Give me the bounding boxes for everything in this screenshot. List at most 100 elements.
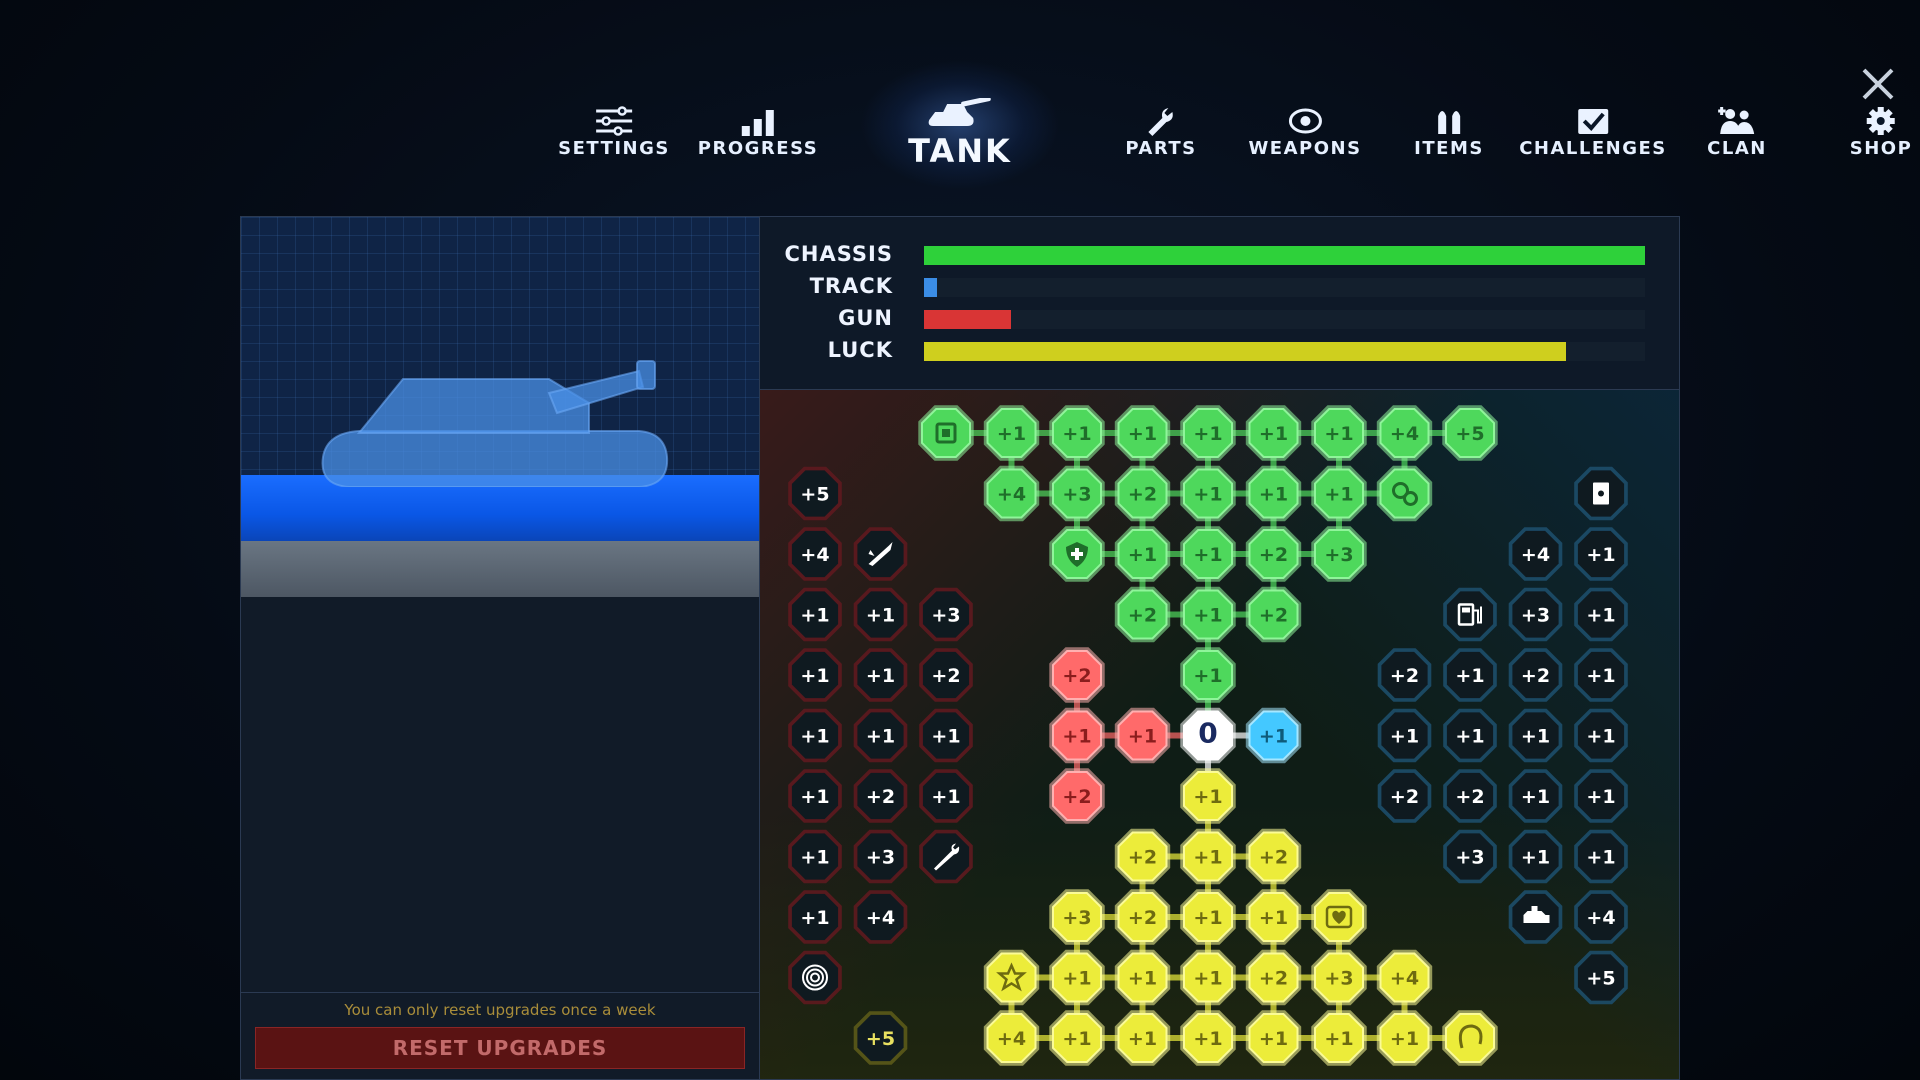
upgrade-node[interactable]: +1	[1443, 708, 1497, 763]
tab-shop[interactable]: SHOP	[1850, 102, 1913, 159]
upgrade-node[interactable]: +4	[983, 1010, 1040, 1066]
upgrade-node[interactable]: +1	[1180, 465, 1236, 522]
upgrade-node[interactable]: +5	[1574, 950, 1628, 1005]
upgrade-node[interactable]: +1	[1114, 949, 1171, 1006]
upgrade-node[interactable]: +1	[1311, 1010, 1367, 1066]
upgrade-node[interactable]: +1	[1574, 829, 1628, 884]
upgrade-node[interactable]: +1	[853, 587, 908, 642]
upgrade-node[interactable]: +2	[1245, 586, 1302, 643]
upgrade-node[interactable]: +2	[1114, 828, 1171, 885]
upgrade-node[interactable]: +1	[1574, 708, 1628, 763]
upgrade-node[interactable]	[983, 949, 1040, 1006]
tab-settings[interactable]: SETTINGS	[558, 102, 670, 159]
upgrade-node[interactable]: +1	[1574, 769, 1628, 823]
upgrade-node[interactable]: +1	[1508, 829, 1563, 884]
upgrade-node[interactable]: +1	[1311, 465, 1367, 522]
upgrade-node[interactable]: +1	[1376, 1010, 1433, 1066]
upgrade-node[interactable]: +1	[1180, 889, 1236, 945]
tab-progress[interactable]: PROGRESS	[698, 102, 818, 159]
upgrade-node[interactable]: +1	[788, 587, 842, 642]
tab-items[interactable]: ITEMS	[1414, 102, 1484, 159]
upgrade-node[interactable]	[1442, 1010, 1498, 1066]
upgrade-node[interactable]	[1049, 526, 1105, 582]
upgrade-node[interactable]	[788, 950, 842, 1005]
upgrade-node[interactable]: +1	[919, 708, 973, 763]
upgrade-node[interactable]	[1443, 587, 1497, 642]
upgrade-node[interactable]: +3	[1443, 829, 1497, 884]
upgrade-node[interactable]: +1	[1574, 587, 1628, 642]
upgrade-node[interactable]	[1508, 890, 1563, 944]
upgrade-node[interactable]: +4	[788, 527, 842, 581]
upgrade-node[interactable]	[919, 829, 973, 884]
upgrade-node[interactable]	[1574, 466, 1628, 521]
upgrade-node[interactable]: +4	[1376, 405, 1433, 461]
upgrade-node[interactable]: +2	[1114, 465, 1171, 522]
upgrade-node[interactable]: +2	[1049, 647, 1105, 703]
upgrade-node[interactable]: +1	[1574, 527, 1628, 581]
upgrade-node[interactable]: +1	[1180, 526, 1236, 582]
upgrade-node[interactable]: +1	[1114, 707, 1171, 764]
upgrade-node[interactable]: +3	[1508, 587, 1563, 642]
upgrade-node[interactable]: +1	[1180, 1010, 1236, 1066]
upgrade-node[interactable]: +1	[1180, 768, 1236, 824]
upgrade-node[interactable]: +1	[1508, 769, 1563, 823]
upgrade-node[interactable]: +1	[1114, 1010, 1171, 1066]
upgrade-node[interactable]: +4	[1574, 890, 1628, 944]
upgrade-node[interactable]: +1	[1180, 586, 1236, 643]
upgrade-node[interactable]	[853, 527, 908, 581]
upgrade-node[interactable]: +1	[919, 769, 973, 823]
upgrade-node[interactable]: +1	[1049, 949, 1105, 1006]
upgrade-node[interactable]: +1	[1508, 708, 1563, 763]
upgrade-node[interactable]: +1	[788, 648, 842, 702]
upgrade-node[interactable]: +1	[1049, 1010, 1105, 1066]
upgrade-node[interactable]: +1	[853, 708, 908, 763]
upgrade-node[interactable]	[1311, 889, 1367, 945]
upgrade-node[interactable]: +1	[1245, 707, 1302, 764]
upgrade-node[interactable]: +1	[1245, 1010, 1302, 1066]
upgrade-node[interactable]: +2	[1245, 949, 1302, 1006]
tab-clan[interactable]: CLAN	[1707, 102, 1767, 159]
reset-upgrades-button[interactable]: RESET UPGRADES	[255, 1027, 745, 1069]
upgrade-node[interactable]: +2	[1443, 769, 1497, 823]
upgrade-node[interactable]: 0	[1180, 707, 1236, 764]
upgrade-node[interactable]	[918, 405, 974, 461]
upgrade-node[interactable]: +2	[919, 648, 973, 702]
upgrade-node[interactable]: +1	[983, 405, 1040, 461]
upgrade-node[interactable]: +1	[788, 708, 842, 763]
upgrade-node[interactable]: +2	[1508, 648, 1563, 702]
upgrade-node[interactable]: +1	[853, 648, 908, 702]
upgrade-node[interactable]: +1	[1377, 708, 1432, 763]
tab-weapons[interactable]: WEAPONS	[1248, 102, 1361, 159]
upgrade-node[interactable]: +4	[1376, 949, 1433, 1006]
upgrade-node[interactable]: +1	[1180, 828, 1236, 885]
upgrade-node[interactable]: +1	[1574, 648, 1628, 702]
close-icon[interactable]	[1860, 66, 1896, 102]
upgrade-node[interactable]: +2	[853, 769, 908, 823]
upgrade-node[interactable]: +1	[788, 769, 842, 823]
upgrade-node[interactable]: +1	[1114, 526, 1171, 582]
tab-tank[interactable]: TANK	[908, 94, 1012, 170]
upgrade-node[interactable]: +5	[853, 1011, 908, 1065]
upgrade-node[interactable]: +1	[1245, 465, 1302, 522]
upgrade-node[interactable]: +3	[1311, 949, 1367, 1006]
upgrade-node[interactable]: +3	[853, 829, 908, 884]
upgrade-node[interactable]: +4	[983, 465, 1040, 522]
upgrade-node[interactable]: +1	[1245, 405, 1302, 461]
upgrade-node[interactable]: +5	[1442, 405, 1498, 461]
upgrade-node[interactable]: +1	[788, 829, 842, 884]
upgrade-node[interactable]: +5	[788, 466, 842, 521]
upgrade-node[interactable]: +1	[1443, 648, 1497, 702]
upgrade-node[interactable]: +1	[1180, 949, 1236, 1006]
upgrade-node[interactable]: +1	[1180, 647, 1236, 703]
upgrade-node[interactable]: +1	[788, 890, 842, 944]
tab-parts[interactable]: PARTS	[1125, 102, 1196, 159]
upgrade-node[interactable]: +4	[1508, 527, 1563, 581]
upgrade-node[interactable]: +1	[1114, 405, 1171, 461]
upgrade-node[interactable]: +2	[1377, 648, 1432, 702]
upgrade-node[interactable]: +3	[1049, 889, 1105, 945]
upgrade-node[interactable]: +3	[919, 587, 973, 642]
upgrade-node[interactable]: +1	[1049, 405, 1105, 461]
upgrade-node[interactable]: +3	[1049, 465, 1105, 522]
upgrade-node[interactable]: +1	[1180, 405, 1236, 461]
upgrade-node[interactable]: +2	[1245, 828, 1302, 885]
